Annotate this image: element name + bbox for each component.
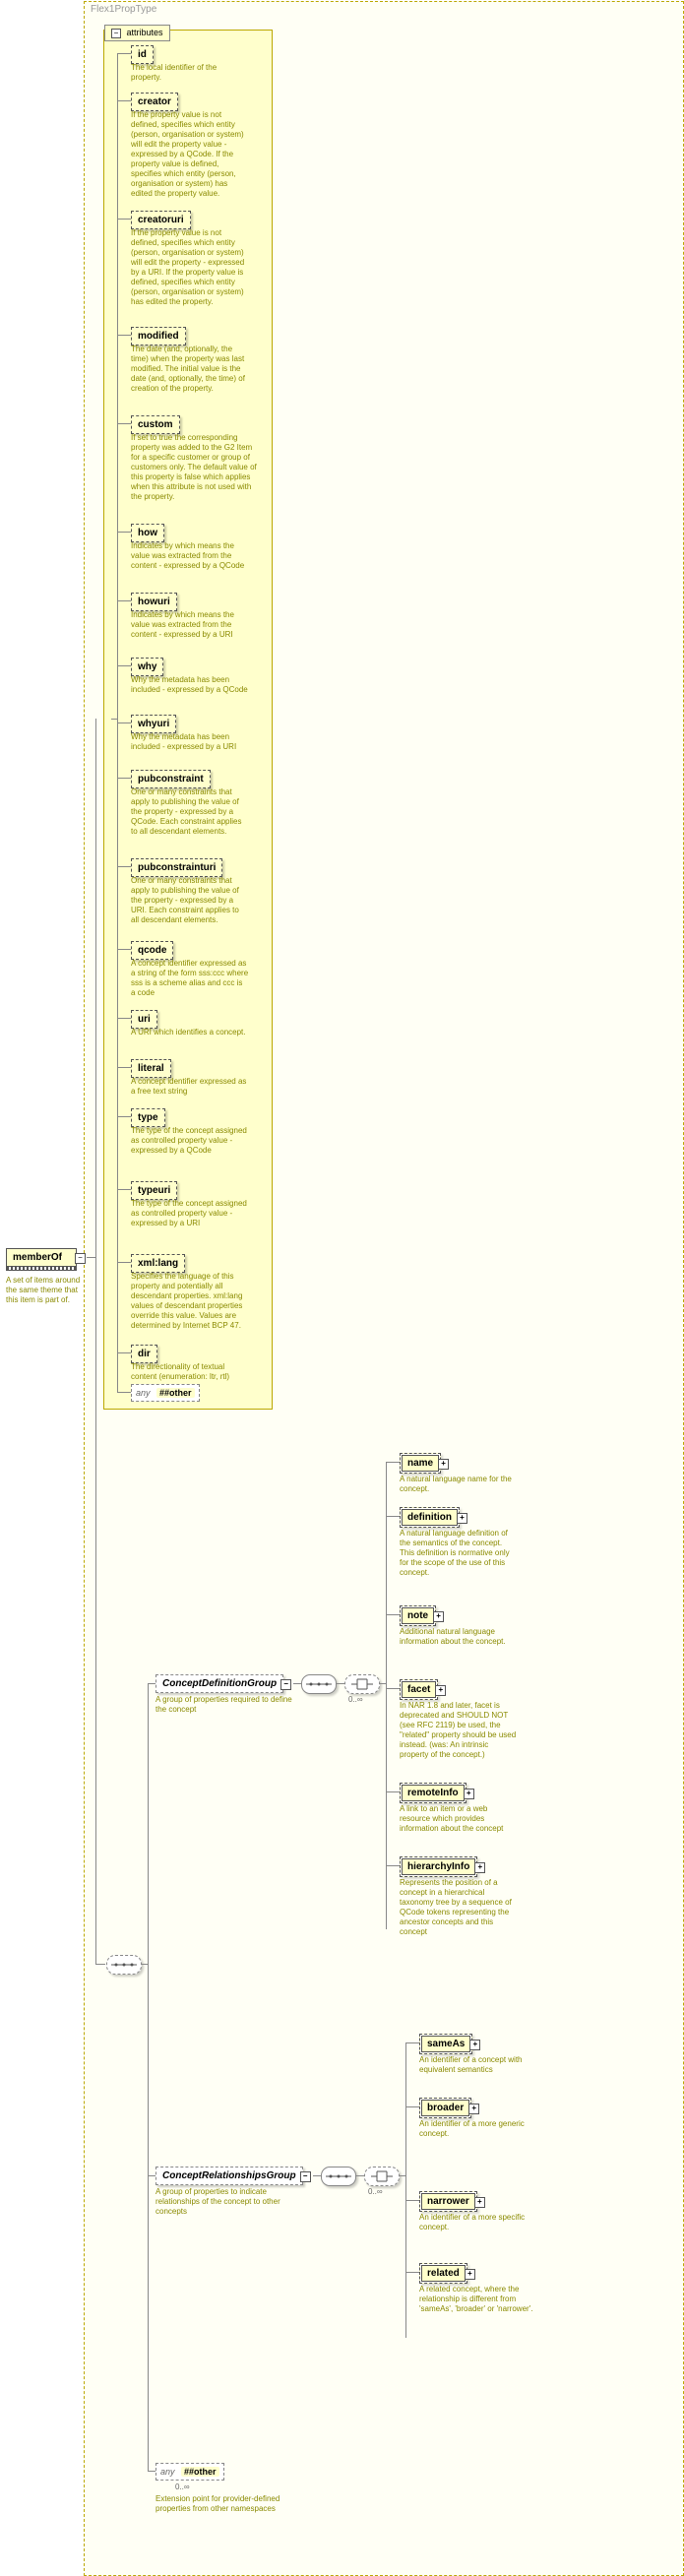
elem-broader-doc: An identifier of a more generic concept. <box>419 2119 537 2139</box>
elem-related-expand[interactable]: + <box>465 2269 475 2280</box>
any-element-label: any <box>160 2467 175 2477</box>
attr-custom-doc: If set to true the corresponding propert… <box>131 433 259 502</box>
group-conceptrelationships-doc: A group of properties to indicate relati… <box>155 2187 303 2217</box>
attr-xmllang-doc: Specifies the language of this property … <box>131 1272 249 1331</box>
elem-broader-expand[interactable]: + <box>468 2104 479 2114</box>
any-element-ns: ##other <box>181 2467 219 2477</box>
attr-type-doc: The type of the concept assigned as cont… <box>131 1126 249 1156</box>
element-memberOf[interactable]: memberOf − <box>6 1248 77 1271</box>
elem-name-doc: A natural language name for the concept. <box>400 1475 518 1494</box>
any-ns: ##other <box>156 1388 195 1398</box>
elem-sameas-doc: An identifier of a concept with equivale… <box>419 2055 537 2075</box>
attr-howuri-doc: Indicates by which means the value was e… <box>131 610 249 640</box>
attr-literal-doc: A concept identifier expressed as a free… <box>131 1077 249 1097</box>
attr-dir[interactable]: dir <box>131 1345 157 1363</box>
attr-creatoruri[interactable]: creatoruri <box>131 211 191 229</box>
any-element[interactable]: any ##other <box>155 2463 224 2481</box>
type-label: Flex1PropType <box>91 4 156 15</box>
attr-uri[interactable]: uri <box>131 1010 157 1029</box>
memberOf-toggle[interactable]: − <box>75 1253 86 1264</box>
group-conceptdefinition[interactable]: ConceptDefinitionGroup − <box>155 1674 283 1693</box>
attr-creatoruri-doc: If the property value is not defined, sp… <box>131 228 249 307</box>
memberOf-label: memberOf <box>13 1252 62 1263</box>
any-attribute[interactable]: any ##other <box>131 1384 200 1402</box>
attr-modified[interactable]: modified <box>131 327 186 346</box>
attr-uri-doc: A URI which identifies a concept. <box>131 1028 249 1037</box>
group-conceptdefinition-toggle[interactable]: − <box>280 1679 291 1690</box>
attr-howuri[interactable]: howuri <box>131 593 177 611</box>
elem-remoteinfo-expand[interactable]: + <box>464 1789 474 1799</box>
attr-typeuri[interactable]: typeuri <box>131 1181 177 1200</box>
defgrp-choice-connector[interactable] <box>344 1674 380 1694</box>
attr-why[interactable]: why <box>131 658 163 676</box>
attr-creator-doc: If the property value is not defined, sp… <box>131 110 249 199</box>
elem-remoteinfo[interactable]: remoteInfo+ <box>400 1783 466 1803</box>
elem-narrower-expand[interactable]: + <box>474 2197 485 2208</box>
elem-hierarchyinfo-expand[interactable]: + <box>474 1862 485 1873</box>
attributes-header[interactable]: − attributes <box>104 25 170 41</box>
attr-type[interactable]: type <box>131 1108 165 1127</box>
attr-how[interactable]: how <box>131 524 164 542</box>
elem-note-doc: Additional natural language information … <box>400 1627 518 1647</box>
sequence-connector[interactable] <box>106 1955 142 1975</box>
memberOf-doc: A set of items around the same theme tha… <box>6 1276 85 1305</box>
group-conceptrelationships-toggle[interactable]: − <box>300 2171 311 2182</box>
attr-xmllang[interactable]: xml:lang <box>131 1254 185 1273</box>
any-label: any <box>136 1388 151 1398</box>
elem-name-expand[interactable]: + <box>438 1459 449 1470</box>
elem-hierarchyinfo[interactable]: hierarchyInfo+ <box>400 1856 477 1877</box>
elem-broader[interactable]: broader+ <box>419 2098 471 2118</box>
group-conceptdefinition-doc: A group of properties required to define… <box>155 1695 293 1715</box>
elem-definition-expand[interactable]: + <box>457 1513 467 1524</box>
attr-id[interactable]: id <box>131 45 154 64</box>
any-element-occ: 0..∞ <box>175 2482 190 2491</box>
attr-whyuri[interactable]: whyuri <box>131 715 176 733</box>
attributes-toggle[interactable]: − <box>111 29 121 38</box>
attr-literal[interactable]: literal <box>131 1059 171 1078</box>
attr-custom[interactable]: custom <box>131 415 180 434</box>
elem-narrower[interactable]: narrower+ <box>419 2191 477 2212</box>
attr-qcode[interactable]: qcode <box>131 941 173 960</box>
attr-id-doc: The local identifier of the property. <box>131 63 249 83</box>
defgrp-seq-connector[interactable] <box>301 1674 337 1694</box>
elem-sameas[interactable]: sameAs+ <box>419 2034 472 2054</box>
group-conceptrelationships[interactable]: ConceptRelationshipsGroup − <box>155 2167 303 2185</box>
elem-hierarchyinfo-doc: Represents the position of a concept in … <box>400 1878 518 1937</box>
elem-facet[interactable]: facet+ <box>400 1679 438 1700</box>
elem-remoteinfo-doc: A link to an item or a web resource whic… <box>400 1804 518 1834</box>
attr-pubconstraint[interactable]: pubconstraint <box>131 770 211 788</box>
elem-note-expand[interactable]: + <box>433 1611 444 1622</box>
elem-facet-doc: In NAR 1.8 and later, facet is deprecate… <box>400 1701 518 1760</box>
elem-related-doc: A related concept, where the relationshi… <box>419 2285 537 2314</box>
relgrp-choice-connector[interactable] <box>364 2167 400 2186</box>
elem-definition[interactable]: definition+ <box>400 1507 460 1528</box>
attr-why-doc: Why the metadata has been included - exp… <box>131 675 249 695</box>
elem-facet-expand[interactable]: + <box>435 1685 446 1696</box>
any-element-doc: Extension point for provider-defined pro… <box>155 2494 293 2514</box>
elem-note[interactable]: note+ <box>400 1605 436 1626</box>
elem-narrower-doc: An identifier of a more specific concept… <box>419 2213 537 2232</box>
attr-whyuri-doc: Why the metadata has been included - exp… <box>131 732 249 752</box>
elem-sameas-expand[interactable]: + <box>469 2040 480 2050</box>
attr-pubconstrainturi[interactable]: pubconstrainturi <box>131 858 222 877</box>
elem-definition-doc: A natural language definition of the sem… <box>400 1529 518 1578</box>
attr-pubconstraint-doc: One or many constraints that apply to pu… <box>131 787 249 837</box>
elem-name[interactable]: name+ <box>400 1453 441 1474</box>
attr-typeuri-doc: The type of the concept assigned as cont… <box>131 1199 249 1228</box>
elem-related[interactable]: related+ <box>419 2263 467 2284</box>
attr-dir-doc: The directionality of textual content (e… <box>131 1362 249 1382</box>
attributes-title: attributes <box>127 28 163 37</box>
defgrp-occ: 0..∞ <box>348 1695 363 1704</box>
relgrp-seq-connector[interactable] <box>321 2167 356 2186</box>
attr-pubconstrainturi-doc: One or many constraints that apply to pu… <box>131 876 249 925</box>
attr-creator[interactable]: creator <box>131 93 178 111</box>
relgrp-occ: 0..∞ <box>368 2187 383 2196</box>
attr-qcode-doc: A concept identifier expressed as a stri… <box>131 959 249 998</box>
attr-how-doc: Indicates by which means the value was e… <box>131 541 249 571</box>
attr-modified-doc: The date (and, optionally, the time) whe… <box>131 345 249 394</box>
